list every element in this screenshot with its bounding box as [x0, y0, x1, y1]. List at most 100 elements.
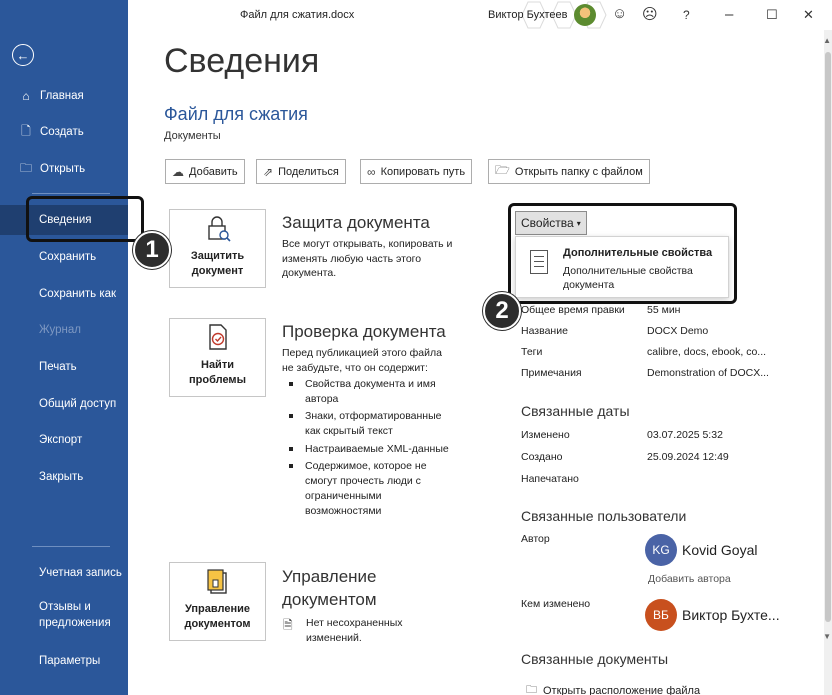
maximize-icon[interactable]: ☐: [766, 7, 778, 23]
highlight-properties-menu: [508, 203, 737, 304]
folder-icon: 🗀: [526, 684, 537, 695]
property-label: Кем изменено: [521, 598, 591, 610]
list-item: Настраиваемые XML-данные: [288, 442, 453, 457]
arrow-left-icon: ←: [16, 47, 30, 63]
protect-document-label: Защитить документ: [190, 250, 245, 278]
sidebar-item-label: Печать: [39, 361, 77, 373]
sidebar-item-label: Журнал: [39, 324, 81, 336]
property-label: Создано: [521, 451, 563, 463]
property-label: Напечатано: [521, 473, 579, 485]
sidebar-item-label: Сохранить как: [39, 288, 117, 300]
document-status-icon: 🗎: [283, 618, 293, 632]
list-item: Знаки, отформатированные как скрытый тек…: [288, 409, 453, 438]
list-item: Свойства документа и имя автора: [288, 377, 453, 406]
open-folder-button-label: Открыть папку с файлом: [514, 165, 643, 178]
open-file-location-link[interactable]: 🗀 Открыть расположение файла: [526, 681, 700, 695]
folder-open-icon: 🗁: [495, 163, 510, 177]
comments-property-value[interactable]: Demonstration of DOCX...: [647, 367, 769, 379]
share-button[interactable]: ⇗ Поделиться: [256, 159, 346, 184]
sidebar-item-export[interactable]: Экспорт: [0, 425, 128, 455]
sidebar-item-open[interactable]: 🗀 Открыть: [0, 154, 128, 184]
folder-icon: 🗀: [19, 160, 32, 175]
file-location: Документы: [164, 130, 221, 142]
sidebar-item-label: Сохранить: [39, 251, 97, 263]
scrollbar-thumb[interactable]: [825, 52, 831, 622]
inspect-list: Свойства документа и имя автора Знаки, о…: [288, 377, 453, 521]
sidebar-item-label: Закрыть: [39, 471, 84, 483]
protect-title: Защита документа: [282, 213, 430, 232]
frown-icon[interactable]: ☹: [642, 5, 658, 23]
highlight-info-item: [26, 196, 144, 242]
copy-path-button[interactable]: ∞ Копировать путь: [360, 159, 473, 184]
property-value: 03.07.2025 5:32: [647, 429, 723, 441]
sidebar-item-account[interactable]: Учетная запись: [0, 558, 128, 588]
sidebar-item-label: Учетная запись: [39, 567, 122, 579]
step-2-badge: 2: [483, 292, 521, 330]
inspect-text: Перед публикацией этого файла не забудьт…: [282, 347, 442, 374]
home-icon: ⌂: [22, 89, 30, 103]
check-issues-label: Найти проблемы: [189, 359, 246, 387]
lock-icon: [203, 213, 233, 243]
property-label: Примечания: [521, 367, 582, 379]
property-value: 25.09.2024 12:49: [647, 451, 729, 463]
sidebar-item-label: Параметры: [39, 655, 101, 667]
sidebar-item-home[interactable]: ⌂ Главная: [0, 81, 128, 111]
copy-path-button-label: Копировать путь: [380, 165, 466, 178]
back-button[interactable]: ←: [12, 44, 34, 66]
sidebar-item-new[interactable]: 🗋 Создать: [0, 117, 128, 147]
scroll-down-icon[interactable]: ▼: [823, 632, 831, 641]
property-value: 55 мин: [647, 304, 681, 316]
related-documents-title: Связанные документы: [521, 651, 669, 667]
author-avatar[interactable]: KG: [645, 534, 677, 566]
user-avatar[interactable]: [574, 4, 596, 26]
open-folder-button[interactable]: 🗁 Открыть папку с файлом: [488, 159, 650, 184]
add-author-link[interactable]: Добавить автора: [648, 573, 731, 585]
modified-by-avatar[interactable]: ВБ: [645, 599, 677, 631]
property-label: Теги: [521, 346, 543, 358]
share-button-label: Поделиться: [278, 165, 339, 178]
link-icon: ∞: [367, 164, 376, 179]
list-item: Содержимое, которое не смогут прочесть л…: [288, 459, 453, 518]
manage-document-button[interactable]: Управление документом: [169, 562, 266, 641]
sidebar-item-label: Открыть: [40, 163, 86, 175]
sidebar-item-options[interactable]: Параметры: [0, 646, 128, 676]
title-property-value[interactable]: DOCX Demo: [647, 325, 708, 337]
protect-document-button[interactable]: Защитить документ: [169, 209, 266, 288]
smiley-icon[interactable]: ☺: [612, 5, 627, 22]
tags-property-value[interactable]: calibre, docs, ebook, co...: [647, 346, 766, 358]
upload-button[interactable]: ☁ Добавить: [165, 159, 245, 184]
backstage-sidebar: ← ⌂ Главная 🗋 Создать 🗀 Открыть Сведения…: [0, 0, 128, 695]
minimize-icon[interactable]: –: [725, 6, 733, 23]
manage-document-icon: [203, 566, 233, 596]
property-label: Изменено: [521, 429, 570, 441]
sidebar-item-save-as[interactable]: Сохранить как: [0, 279, 128, 309]
property-label: Общее время правки: [521, 304, 625, 316]
sidebar-item-close[interactable]: Закрыть: [0, 462, 128, 492]
sidebar-item-print[interactable]: Печать: [0, 352, 128, 382]
close-icon[interactable]: ✕: [803, 7, 814, 23]
modified-by-name[interactable]: Виктор Бухте...: [682, 607, 780, 623]
sidebar-item-history: Журнал: [0, 315, 128, 345]
open-file-location-label: Открыть расположение файла: [543, 684, 701, 695]
sidebar-item-save[interactable]: Сохранить: [0, 242, 128, 272]
title-bar: Файл для сжатия.docx Виктор Бухтеев ☺ ☹ …: [128, 0, 832, 30]
new-document-icon: 🗋: [21, 123, 31, 138]
step-1-badge: 1: [133, 231, 171, 269]
sidebar-divider: [32, 193, 110, 194]
manage-title: Управление документом: [282, 567, 377, 609]
scroll-up-icon[interactable]: ▲: [823, 36, 831, 45]
author-name[interactable]: Kovid Goyal: [682, 542, 757, 558]
manage-text: Нет несохраненных изменений.: [306, 617, 403, 644]
sidebar-item-label: Главная: [40, 90, 84, 102]
property-label: Название: [521, 325, 568, 337]
sidebar-item-feedback[interactable]: Отзывы и предложения: [0, 600, 120, 632]
help-icon[interactable]: ?: [683, 8, 690, 22]
property-label: Автор: [521, 533, 550, 545]
page-title: Сведения: [164, 42, 320, 80]
sidebar-item-share[interactable]: Общий доступ: [0, 389, 128, 419]
upload-button-label: Добавить: [189, 165, 238, 178]
inspect-title: Проверка документа: [282, 322, 446, 341]
file-name: Файл для сжатия: [164, 104, 308, 124]
user-name[interactable]: Виктор Бухтеев: [488, 9, 567, 21]
check-issues-button[interactable]: Найти проблемы: [169, 318, 266, 397]
